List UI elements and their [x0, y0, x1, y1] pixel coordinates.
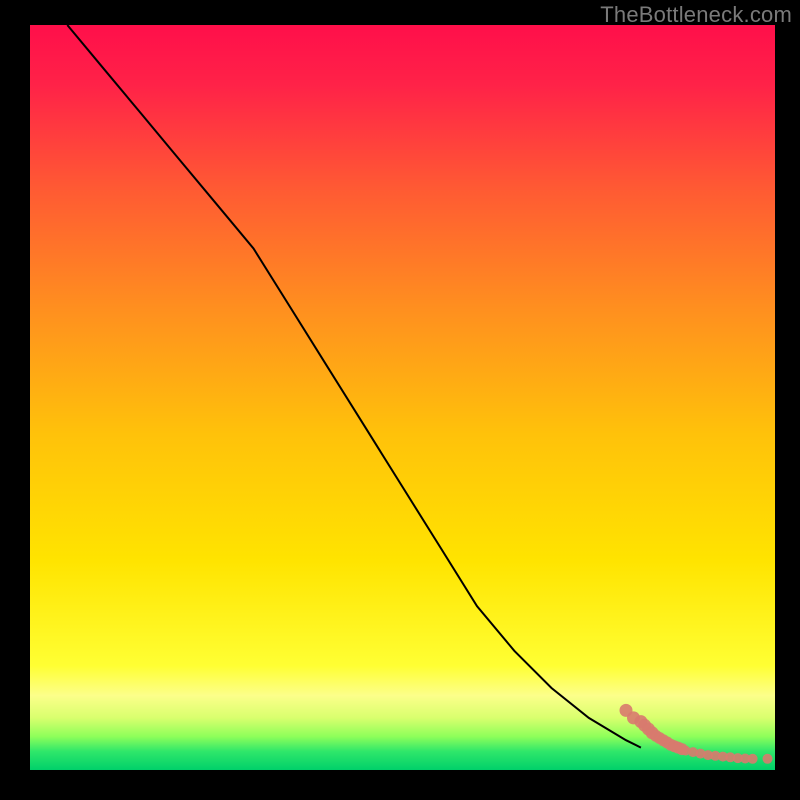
- chart-svg: [30, 25, 775, 770]
- chart-background: [30, 25, 775, 770]
- watermark-text: TheBottleneck.com: [600, 2, 792, 28]
- chart-plot-area: [30, 25, 775, 770]
- scatter-point: [763, 754, 773, 764]
- scatter-point: [748, 754, 758, 764]
